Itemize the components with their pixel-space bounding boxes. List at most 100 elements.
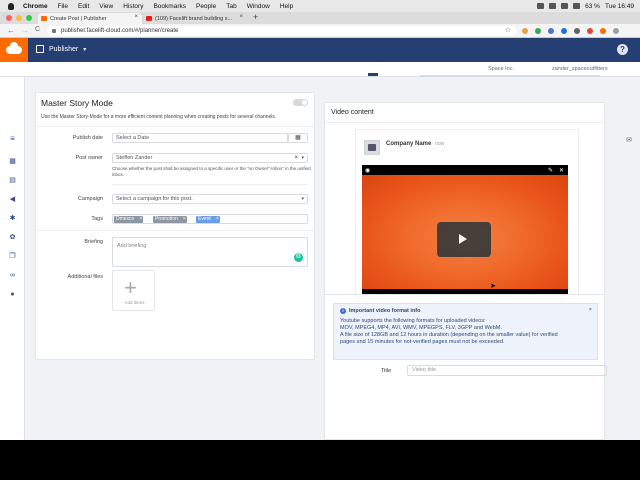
product-switcher[interactable]: Publisher ▾ [36,45,86,53]
tag-label: Promotion [155,216,178,222]
inbox-icon[interactable]: ▤ [9,177,16,184]
video-title-input[interactable]: Video title [407,365,607,376]
forward-button[interactable]: → [21,26,29,35]
extension-icon[interactable] [535,28,541,34]
extension-icon[interactable] [587,28,593,34]
reload-button[interactable]: C [35,26,40,33]
check-icon[interactable]: ● [9,291,16,298]
campaign-label: Campaign [77,196,103,202]
remove-tag-icon[interactable]: × [216,216,219,223]
status-icon[interactable] [549,3,557,9]
title-label: Title [381,368,392,374]
tag-chip[interactable]: Promotion × [153,216,187,223]
sub-header: Space Inc. zander_spaceoutfitters [0,62,640,77]
video-player[interactable]: ◉ ✎ ✕ ➤ [362,165,568,298]
calendar-icon[interactable]: ▦ [9,158,16,165]
post-owner-select[interactable]: Steffen Zander × ▾ [112,153,308,163]
menu-file[interactable]: File [58,3,68,10]
extension-icon[interactable] [561,28,567,34]
close-info-icon[interactable]: × [589,307,592,314]
post-preview-card: Company Name · now ◉ ✎ ✕ ➤ [355,129,579,305]
menu-view[interactable]: View [99,3,113,10]
tags-input[interactable]: Dmexco × Promotion × Event × [112,214,308,224]
post-owner-hint: Choose whether the post shall be assigne… [112,166,311,177]
tab-underline [420,75,600,77]
active-tab-indicator [368,73,378,76]
apple-icon[interactable] [8,2,14,10]
bookmark-star-icon[interactable]: ☆ [505,26,511,36]
menu-tab[interactable]: Tab [226,3,236,10]
browser-tab-publisher[interactable]: Create Post | Publisher × [38,13,142,24]
product-name: Publisher [49,45,79,53]
url-field[interactable]: publisher.facelift-cloud.com/#/planner/c… [47,26,517,36]
chevron-down-icon: ▾ [301,155,304,161]
tag-chip[interactable]: Dmexco × [114,216,144,223]
link-icon[interactable]: ∞ [9,272,16,279]
briefing-textarea[interactable]: Add briefing G [112,237,308,267]
calendar-button[interactable]: ▦ [288,133,308,143]
gear-icon[interactable]: ✿ [9,234,16,241]
megaphone-icon[interactable]: ◀ [9,196,16,203]
master-story-toggle[interactable] [293,99,308,106]
wifi-icon[interactable] [573,3,581,9]
publish-date-label: Publish date [72,135,103,141]
battery-percent[interactable]: 63 % [585,3,600,10]
remove-tag-icon[interactable]: × [139,216,142,223]
clock[interactable]: Tue 16:49 [605,3,634,10]
publish-date-input[interactable]: Select a Date [112,133,288,143]
browser-tab-youtube[interactable]: (109) Facelift brand building s... × [143,13,247,24]
briefing-placeholder: Add briefing [117,243,147,249]
company-avatar [364,140,380,155]
lock-icon[interactable] [52,29,56,33]
play-button[interactable] [437,222,491,257]
tag-chip[interactable]: Event × [196,216,220,223]
menu-window[interactable]: Window [247,3,270,10]
status-icon[interactable] [561,3,569,9]
help-icon[interactable]: ? [617,44,628,55]
add-items-button[interactable]: + Add items [112,270,155,311]
new-tab-button[interactable]: + [253,12,258,22]
close-tab-icon[interactable]: × [134,14,138,20]
chat-icon[interactable]: ✉ [626,136,632,144]
close-tab-icon[interactable]: × [239,14,243,20]
info-line: MOV, MPEG4, MP4, AVI, WMV, MPEGPS, FLV, … [340,325,502,331]
profile-avatar-icon[interactable] [613,28,619,34]
minimize-window-icon[interactable] [16,15,22,21]
facelift-favicon-icon [41,16,47,21]
status-icon[interactable] [537,3,545,9]
mouse-cursor-icon: ➤ [490,283,496,290]
remove-tag-icon[interactable]: × [183,216,186,223]
close-window-icon[interactable] [6,15,12,21]
eye-icon[interactable]: ◉ [365,167,370,174]
extension-icon[interactable] [600,28,606,34]
bulb-icon[interactable]: ✱ [9,215,16,222]
grammarly-icon[interactable]: G [294,253,303,262]
menu-edit[interactable]: Edit [78,3,89,10]
back-button[interactable]: ← [7,26,15,35]
close-icon[interactable]: ✕ [559,167,564,174]
copy-icon[interactable]: ❐ [9,253,16,260]
extension-icon[interactable] [574,28,580,34]
menu-people[interactable]: People [196,3,216,10]
extension-icon[interactable] [548,28,554,34]
extension-icon[interactable] [522,28,528,34]
info-heading: i Important video format info [340,308,591,315]
menu-history[interactable]: History [123,3,143,10]
facelift-logo-icon[interactable] [0,38,28,62]
maximize-window-icon[interactable] [26,15,32,21]
info-title: Important video format info [349,308,421,314]
clear-icon[interactable]: × [294,154,298,162]
campaign-select[interactable]: Select a campaign for this post. ▾ [112,194,308,204]
divider [36,230,316,231]
section-title: Video content [331,109,374,116]
edit-icon[interactable]: ✎ [548,167,553,174]
chevron-down-icon: ▾ [301,196,304,202]
menu-icon[interactable]: ≡ [9,135,16,143]
menu-app-name[interactable]: Chrome [23,3,48,10]
plus-icon: + [124,275,137,300]
space-selector[interactable]: Space Inc. [488,66,514,72]
menu-bookmarks[interactable]: Bookmarks [153,3,186,10]
video-thumbnail: ➤ [362,175,568,290]
menu-help[interactable]: Help [280,3,293,10]
user-menu[interactable]: zander_spaceoutfitters [552,66,608,72]
